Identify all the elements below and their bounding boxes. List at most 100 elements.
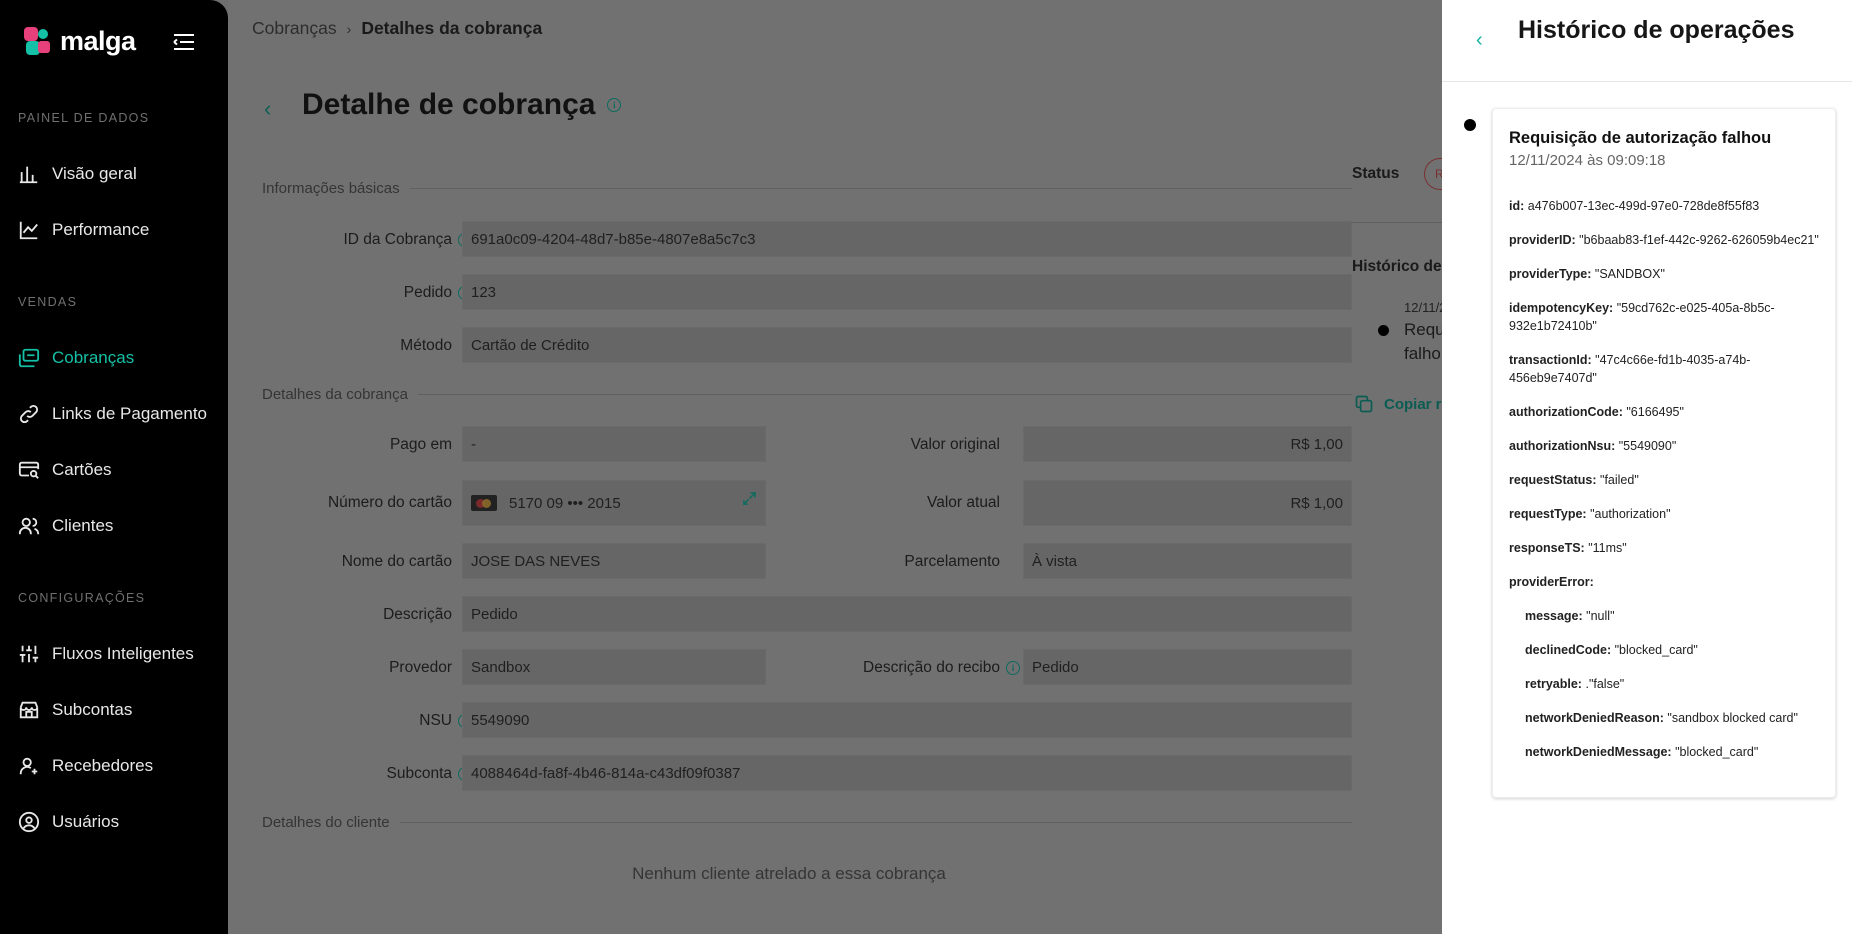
operation-field: networkDeniedReason: "sandbox blocked ca… — [1509, 709, 1819, 727]
copy-icon — [1355, 395, 1373, 413]
external-link-icon[interactable] — [742, 491, 757, 506]
operation-card: Requisição de autorização falhou 12/11/2… — [1492, 108, 1836, 798]
operation-field-value: "sandbox blocked card" — [1667, 711, 1798, 725]
copy-button[interactable]: Copiar re — [1354, 394, 1450, 414]
card-number-label: Número do cartão — [327, 494, 452, 511]
sidebar-item-label: Usuários — [52, 812, 120, 831]
operation-field-key: providerType: — [1509, 267, 1592, 281]
sliders-icon — [19, 645, 39, 663]
card-number-value: 5170 09 ••• 2015 — [509, 494, 621, 512]
sidebar-item-subaccounts[interactable]: Subcontas — [18, 690, 218, 730]
operation-field: idempotencyKey: "59cd762c-e025-405a-8b5c… — [1509, 299, 1819, 335]
section-title-data: PAINEL DE DADOS — [18, 111, 150, 125]
current-value-field[interactable]: R$ 1,00 — [1023, 480, 1352, 526]
sidebar-item-performance[interactable]: Performance — [18, 210, 218, 250]
operation-field-key: id: — [1509, 199, 1525, 213]
sidebar-item-users[interactable]: Usuários — [18, 802, 218, 842]
sidebar-item-label: Cobranças — [52, 348, 135, 367]
nsu-field[interactable]: 5549090 — [462, 702, 1352, 738]
subaccount-field[interactable]: 4088464d-fa8f-4b46-814a-c43df09f0387 — [462, 755, 1352, 791]
installments-label: Parcelamento — [904, 553, 1000, 570]
charge-id-label: ID da Cobrançai — [262, 222, 472, 258]
operation-field-value: "SANDBOX" — [1594, 267, 1665, 281]
operation-field: authorizationCode: "6166495" — [1509, 403, 1819, 421]
status-label: Status — [1352, 165, 1400, 182]
operation-date: 12/11/2024 às 09:09:18 — [1509, 152, 1666, 169]
card-name-label: Nome do cartão — [341, 553, 452, 570]
installments-field[interactable]: À vista — [1023, 543, 1352, 579]
group-label-basic: Informações básicas — [262, 180, 1352, 197]
operation-field-key: transactionId: — [1509, 353, 1592, 367]
group-label-charge: Detalhes da cobrança — [262, 386, 1352, 403]
operation-field-value: "failed" — [1600, 473, 1639, 487]
operation-field-key: providerID: — [1509, 233, 1576, 247]
sidebar-item-label: Visão geral — [52, 164, 137, 183]
back-chevron-icon[interactable]: ‹ — [1476, 29, 1496, 52]
empty-client-message: Nenhum cliente atrelado a essa cobrança — [632, 864, 946, 883]
divider — [1352, 222, 1452, 223]
timeline-dot — [1464, 119, 1476, 131]
operation-field-value: "blocked_card" — [1614, 643, 1698, 657]
group-label-client: Detalhes do cliente — [262, 814, 1352, 831]
card-name-field[interactable]: JOSE DAS NEVES — [462, 543, 766, 579]
description-field[interactable]: Pedido — [462, 596, 1352, 632]
current-value-label: Valor atual — [927, 494, 1000, 511]
operation-field: declinedCode: "blocked_card" — [1509, 641, 1819, 659]
sidebar-item-smart-flows[interactable]: Fluxos Inteligentes — [18, 634, 218, 674]
operation-field: providerType: "SANDBOX" — [1509, 265, 1819, 283]
receipt-desc-field[interactable]: Pedido — [1023, 649, 1352, 685]
timeline-dot — [1378, 325, 1389, 336]
sidebar-item-label: Cartões — [52, 460, 112, 479]
page-title-text: Detalhe de cobrança — [302, 88, 596, 121]
operation-field: responseTS: "11ms" — [1509, 539, 1819, 557]
sidebar-item-charges[interactable]: Cobranças — [18, 338, 218, 378]
bar-chart-icon — [19, 166, 38, 184]
charge-id-field[interactable]: 691a0c09-4204-48d7-b85e-4807e8a5c7c3 — [462, 221, 1352, 257]
method-field[interactable]: Cartão de Crédito — [462, 327, 1352, 363]
method-label: Método — [400, 337, 452, 354]
operation-field: providerError: — [1509, 573, 1819, 591]
sidebar-item-cards[interactable]: Cartões — [18, 450, 218, 490]
user-circle-icon — [18, 811, 40, 833]
sidebar-item-clients[interactable]: Clientes — [18, 506, 218, 546]
operation-field: authorizationNsu: "5549090" — [1509, 437, 1819, 455]
operation-field-key: message: — [1525, 609, 1583, 623]
breadcrumb-parent[interactable]: Cobranças — [252, 18, 337, 39]
operation-field-value: "authorization" — [1590, 507, 1671, 521]
sidebar-item-receivers[interactable]: Recebedores — [18, 746, 218, 786]
card-number-field[interactable]: 5170 09 ••• 2015 — [462, 480, 766, 526]
operation-field-value: ."false" — [1585, 677, 1625, 691]
breadcrumb-current: Detalhes da cobrança — [361, 18, 543, 38]
operation-field-key: responseTS: — [1509, 541, 1585, 555]
back-chevron-icon[interactable]: ‹ — [264, 96, 280, 121]
operation-field-key: retryable: — [1525, 677, 1582, 691]
info-icon[interactable]: i — [607, 98, 622, 112]
menu-toggle-icon[interactable] — [172, 32, 196, 52]
paid-at-field[interactable]: - — [462, 426, 766, 462]
provider-field[interactable]: Sandbox — [462, 649, 766, 685]
drawer-header: ‹ Histórico de operações — [1442, 0, 1852, 82]
sidebar-item-payment-links[interactable]: Links de Pagamento — [18, 394, 218, 434]
operation-field: retryable: ."false" — [1509, 675, 1819, 693]
malga-logo-icon — [24, 26, 54, 57]
order-field[interactable]: 123 — [462, 274, 1352, 310]
drawer-title: Histórico de operações — [1518, 16, 1795, 44]
breadcrumb: Cobranças › Detalhes da cobrança — [252, 18, 542, 39]
paid-at-label: Pago em — [389, 436, 452, 453]
store-icon — [19, 701, 39, 719]
operation-field-value: "blocked_card" — [1675, 745, 1759, 759]
info-icon[interactable]: i — [1006, 661, 1020, 675]
sidebar-item-label: Fluxos Inteligentes — [52, 644, 194, 663]
link-icon — [19, 404, 39, 424]
operation-title: Requisição de autorização falhou — [1509, 129, 1772, 147]
sidebar-item-overview[interactable]: Visão geral — [18, 154, 218, 194]
original-value-field[interactable]: R$ 1,00 — [1023, 426, 1352, 462]
operation-field-key: requestType: — [1509, 507, 1587, 521]
nsu-label: NSUi — [262, 703, 472, 739]
mastercard-icon — [471, 495, 497, 511]
operation-field: message: "null" — [1509, 607, 1819, 625]
operation-field-key: authorizationCode: — [1509, 405, 1623, 419]
logo[interactable]: malga — [24, 26, 136, 57]
description-label: Descrição — [383, 606, 452, 623]
operation-field: transactionId: "47c4c66e-fd1b-4035-a74b-… — [1509, 351, 1819, 387]
